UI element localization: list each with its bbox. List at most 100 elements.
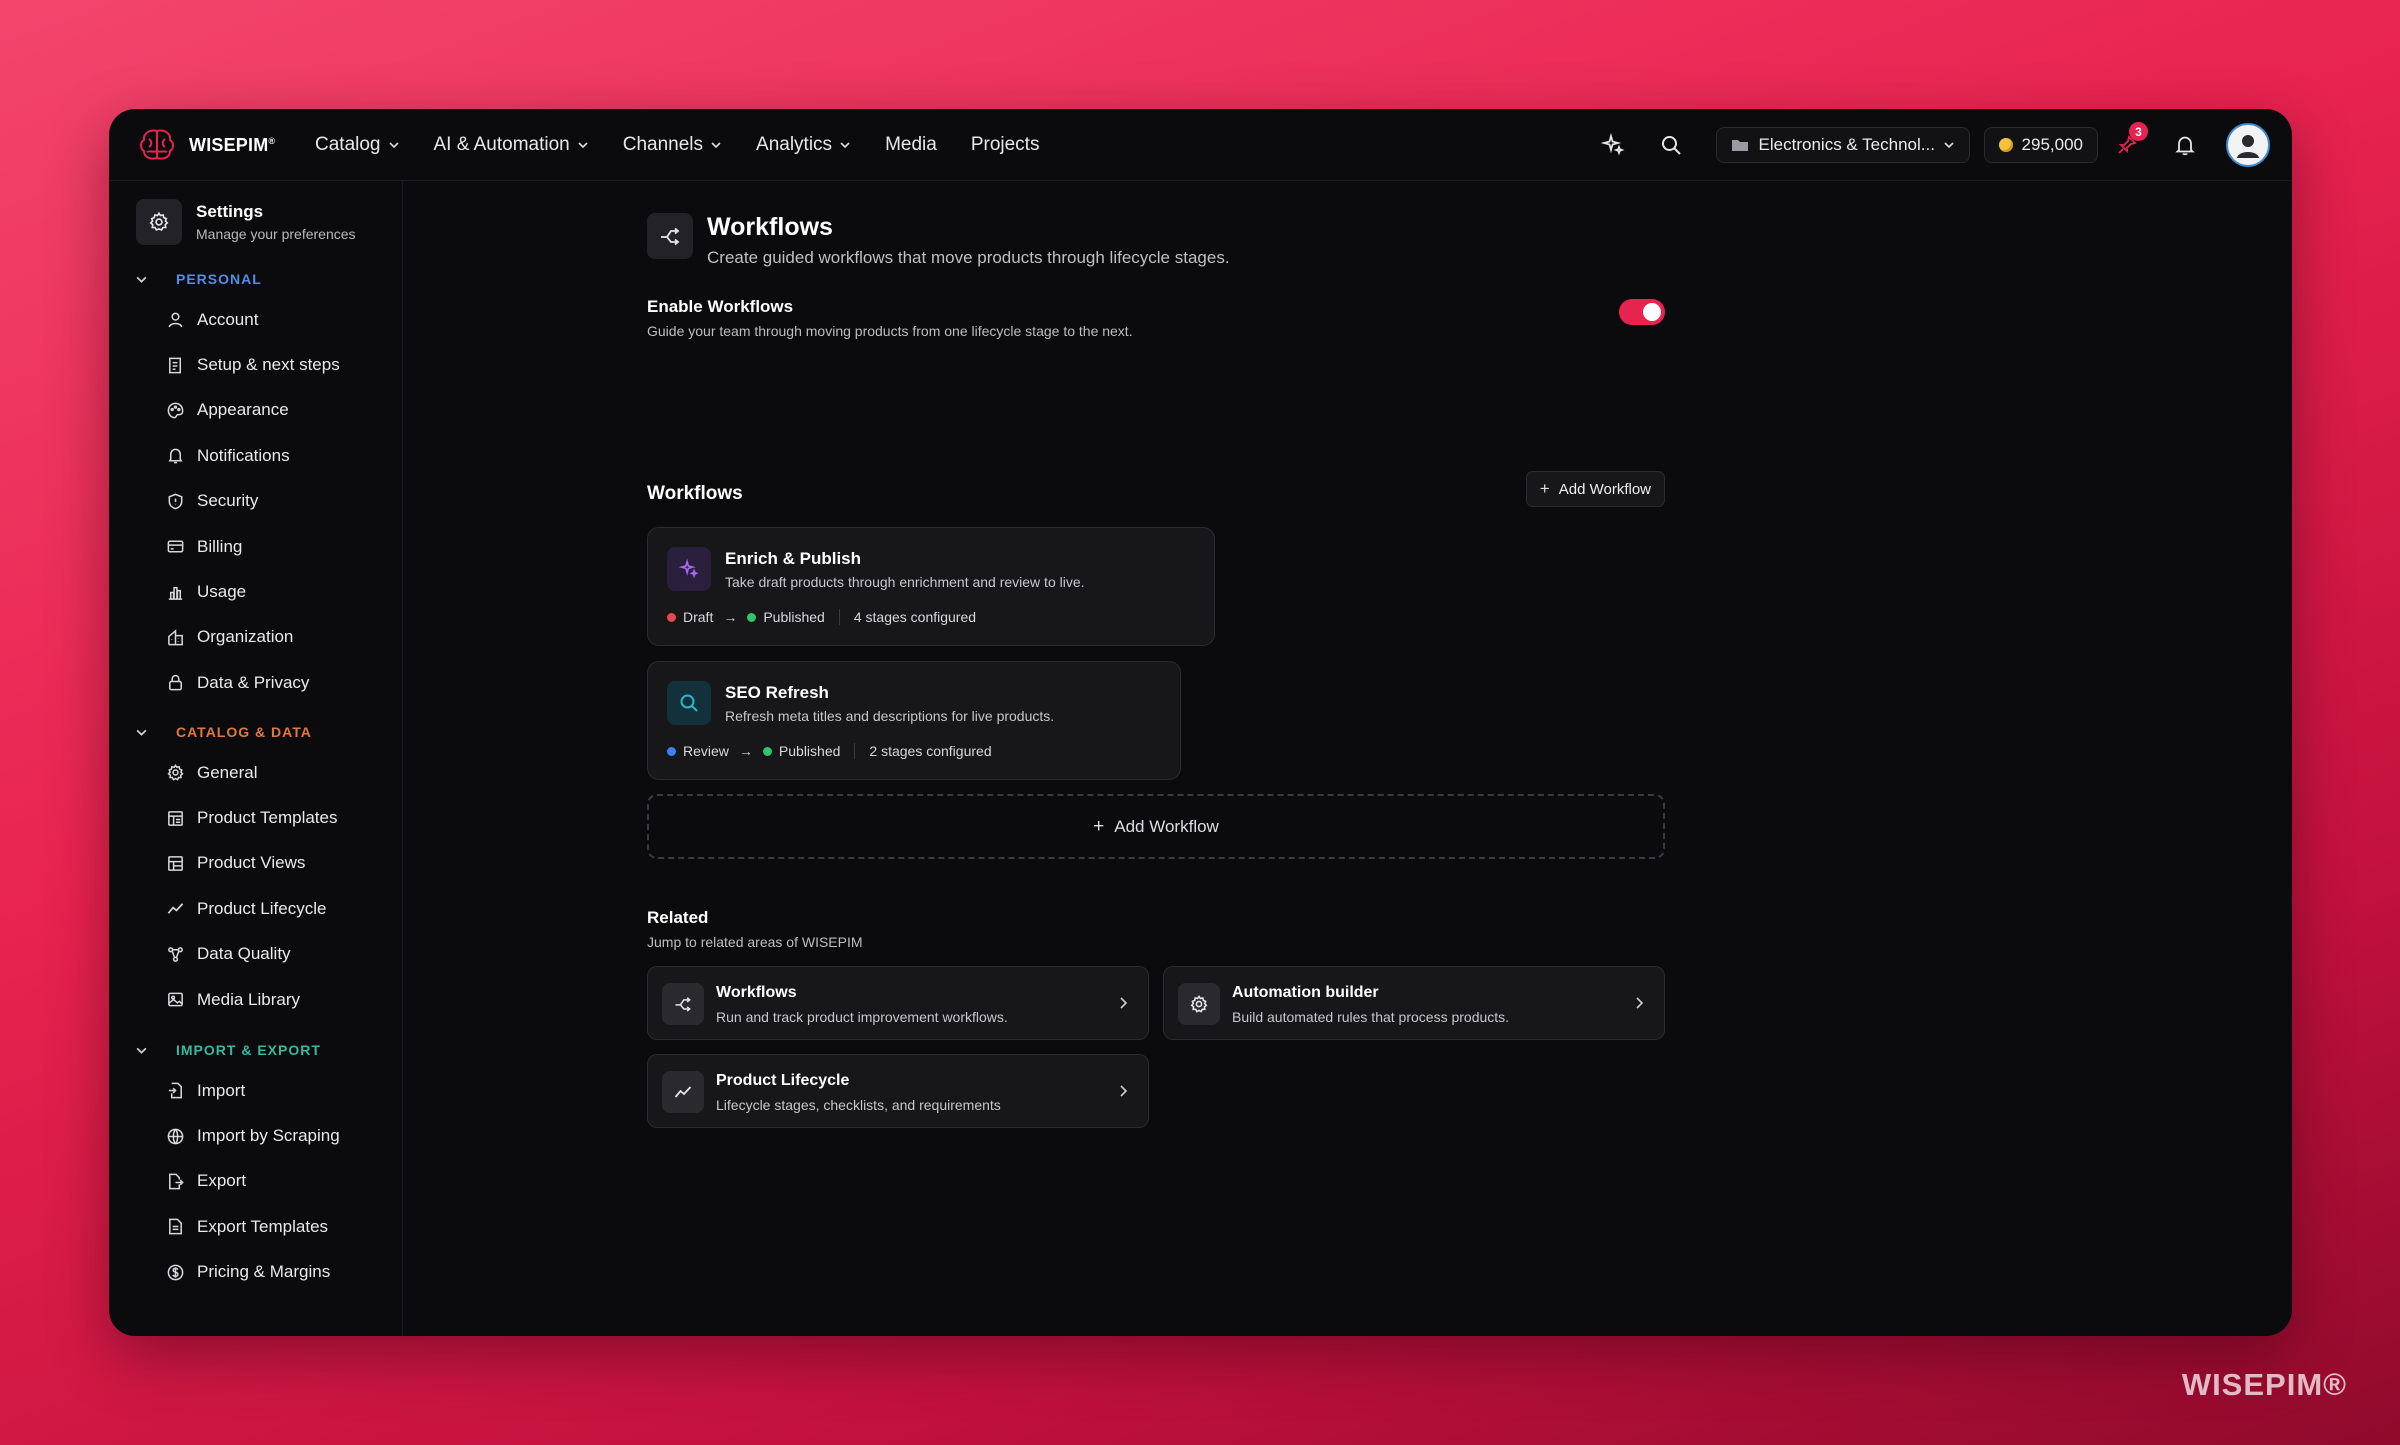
nav-analytics[interactable]: Analytics	[756, 134, 851, 156]
alerts-button[interactable]: 3	[2114, 122, 2148, 158]
sidebar-item-product-views[interactable]: Product Views	[109, 841, 403, 886]
workflow-card-enrich-publish[interactable]: Enrich & Publish Take draft products thr…	[647, 527, 1215, 646]
notifications-button[interactable]	[2172, 132, 2198, 158]
sidebar-item-product-lifecycle[interactable]: Product Lifecycle	[109, 886, 403, 931]
shield-icon	[168, 493, 183, 510]
chevron-down-icon	[388, 142, 399, 149]
enable-workflows-toggle[interactable]	[1619, 299, 1665, 325]
sidebar-item-organization[interactable]: Organization	[109, 615, 403, 660]
sidebar-item-product-templates[interactable]: Product Templates	[109, 795, 403, 840]
checklist-icon	[169, 357, 182, 373]
chevron-down-icon	[1943, 142, 1954, 149]
sparkles-icon	[678, 558, 699, 579]
enable-workflows-row: Enable Workflows Guide your team through…	[647, 297, 1665, 339]
search-button[interactable]	[1658, 132, 1684, 158]
sidebar-item-general[interactable]: General	[109, 750, 403, 795]
settings-icon-box	[136, 199, 182, 245]
sidebar-item-security[interactable]: Security	[109, 479, 403, 524]
workflow-icon	[661, 227, 680, 246]
sidebar-item-export-templates[interactable]: Export Templates	[109, 1204, 403, 1249]
sidebar-item-setup[interactable]: Setup & next steps	[109, 342, 403, 387]
from-stage: Draft	[683, 609, 714, 625]
sidebar-item-account[interactable]: Account	[109, 297, 403, 342]
store-selector[interactable]: Electronics & Technol...	[1715, 127, 1970, 163]
alerts-count-badge: 3	[2129, 122, 2148, 141]
brand-logo[interactable]: WISEPIM®	[137, 127, 275, 163]
related-card-title: Workflows	[716, 984, 797, 1001]
globe-icon	[167, 1128, 184, 1144]
workflow-icon-box	[667, 681, 711, 725]
ai-sparkles-button[interactable]	[1600, 132, 1626, 158]
enable-workflows-description: Guide your team through moving products …	[647, 323, 1133, 339]
nav-catalog[interactable]: Catalog	[315, 134, 400, 156]
template-icon	[168, 810, 183, 826]
add-workflow-label: Add Workflow	[1558, 480, 1651, 498]
trend-line-icon	[674, 1086, 692, 1098]
section-toggle-personal[interactable]: PERSONAL	[109, 265, 403, 293]
section-label: IMPORT & EXPORT	[176, 1042, 321, 1058]
arrow-right-icon: →	[738, 743, 753, 759]
file-import-icon	[168, 1082, 182, 1099]
sidebar-item-import-scraping[interactable]: Import by Scraping	[109, 1113, 403, 1158]
related-card-automation-builder[interactable]: Automation builder Build automated rules…	[1163, 966, 1665, 1040]
sidebar-item-label: Data Quality	[197, 944, 291, 964]
divider	[838, 609, 840, 625]
to-stage: Published	[763, 609, 825, 625]
sidebar-item-label: Data & Privacy	[197, 672, 310, 692]
nav-label: Projects	[970, 134, 1040, 155]
section-import-export: IMPORT & EXPORT Import Import by Scrapin…	[109, 1036, 403, 1295]
nav-ai-automation[interactable]: AI & Automation	[434, 134, 589, 156]
user-avatar[interactable]	[2226, 123, 2270, 167]
related-card-workflows[interactable]: Workflows Run and track product improvem…	[647, 966, 1149, 1040]
related-card-product-lifecycle[interactable]: Product Lifecycle Lifecycle stages, chec…	[647, 1054, 1149, 1128]
file-export-icon	[169, 1173, 184, 1190]
workflow-card-seo-refresh[interactable]: SEO Refresh Refresh meta titles and desc…	[647, 661, 1181, 780]
chevron-right-icon	[1120, 1085, 1128, 1097]
sidebar-item-billing[interactable]: Billing	[109, 524, 403, 569]
nav-media[interactable]: Media	[885, 134, 937, 156]
section-toggle-import-export[interactable]: IMPORT & EXPORT	[109, 1036, 403, 1064]
sidebar-item-media-library[interactable]: Media Library	[109, 977, 403, 1022]
sidebar-item-data-quality[interactable]: Data Quality	[109, 932, 403, 977]
credits-value: 295,000	[2021, 135, 2083, 154]
sidebar-item-import[interactable]: Import	[109, 1068, 403, 1113]
credits-balance[interactable]: 295,000	[1983, 127, 2098, 163]
nav-projects[interactable]: Projects	[971, 134, 1040, 156]
building-icon	[168, 629, 183, 646]
sidebar-item-notifications[interactable]: Notifications	[109, 433, 403, 478]
nav-channels[interactable]: Channels	[623, 134, 722, 156]
workflow-description: Refresh meta titles and descriptions for…	[725, 708, 1055, 724]
user-icon	[168, 312, 183, 328]
add-workflow-button[interactable]: + Add Workflow	[1525, 471, 1665, 507]
sidebar-item-export[interactable]: Export	[109, 1159, 403, 1204]
stages-count: 2 stages configured	[869, 743, 992, 759]
sparkles-icon	[1600, 133, 1625, 156]
bell-icon	[168, 448, 183, 464]
nav-label: Catalog	[315, 134, 381, 155]
related-card-description: Run and track product improvement workfl…	[716, 1009, 1008, 1025]
palette-icon	[167, 402, 184, 419]
sidebar-item-pricing-margins[interactable]: Pricing & Margins	[109, 1250, 403, 1295]
add-workflow-dashed-button[interactable]: + Add Workflow	[647, 794, 1665, 859]
sidebar-item-usage[interactable]: Usage	[109, 569, 403, 614]
status-dot	[667, 612, 676, 622]
workflows-heading: Workflows	[647, 483, 743, 504]
sidebar-item-appearance[interactable]: Appearance	[109, 388, 403, 433]
arrow-right-icon: →	[723, 609, 738, 625]
sidebar-item-label: Product Views	[197, 853, 306, 873]
plus-icon: +	[1539, 479, 1550, 498]
sidebar-item-label: Organization	[197, 627, 294, 647]
related-card-title: Product Lifecycle	[716, 1072, 850, 1089]
sidebar-item-data-privacy[interactable]: Data & Privacy	[109, 660, 403, 705]
sidebar-item-label: Export Templates	[197, 1216, 329, 1236]
section-toggle-catalog-data[interactable]: CATALOG & DATA	[109, 718, 403, 746]
chevron-down-icon	[578, 142, 588, 149]
brand-name: WISEPIM®	[189, 134, 276, 155]
search-icon	[1661, 136, 1681, 155]
workflow-flow: Review → Published 2 stages configured	[667, 743, 992, 759]
plus-icon: +	[1093, 815, 1105, 837]
user-icon	[2237, 135, 2259, 158]
related-card-title: Automation builder	[1232, 984, 1379, 1001]
related-icon-box	[662, 1071, 704, 1113]
chevron-right-icon	[1636, 997, 1644, 1009]
